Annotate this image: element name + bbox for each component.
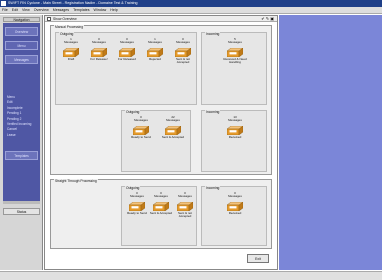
nav-overview-button[interactable]: Overview	[5, 27, 38, 36]
message-queue[interactable]: 0 Messages For Release2	[115, 37, 139, 61]
message-tray-icon	[119, 47, 135, 57]
manual-incoming-title: Incoming	[205, 32, 221, 36]
message-tray-icon	[129, 201, 145, 211]
queue-status: Received	[228, 134, 242, 139]
nav-item[interactable]: Lease	[7, 133, 31, 138]
window-title: SWIFT FIN Cyclone - Main Street - Regist…	[8, 1, 138, 5]
queue-status: Sent & Accepted	[149, 210, 173, 215]
menu-help[interactable]: Help	[110, 8, 117, 12]
queue-status: Sent & not Accepted	[177, 210, 192, 219]
overview-header: Show Overview ✔ ✎ ▣	[45, 16, 277, 22]
message-queue[interactable]: 0 Messages Ready to Send	[129, 115, 153, 139]
queue-status: For Release2	[117, 56, 136, 61]
message-queue[interactable]: 13 Messages Received	[223, 115, 247, 139]
message-tray-icon	[63, 47, 79, 57]
status-bar	[0, 271, 382, 280]
nav-column: Overview Menu Messages Menu Edit Incomplet…	[3, 23, 40, 201]
message-queue[interactable]: 5 Messages Received & Need Handling	[223, 37, 247, 65]
menu-view[interactable]: View	[22, 8, 30, 12]
manual-outgoing-box: Outgoing 1 Messages Draft 0 Messages For Rele…	[55, 32, 197, 105]
message-tray-icon	[153, 201, 169, 211]
menu-templates[interactable]: Templates	[73, 8, 89, 12]
manual-outgoing2-box: Outgoing 0 Messages Ready to Send 22 Message…	[121, 110, 191, 172]
window-tools-icon[interactable]: ✔ ✎ ▣	[261, 16, 274, 21]
nav-menu-button[interactable]: Menu	[5, 41, 38, 50]
manual-processing-group: Manual Processing Outgoing 1 Messages Draf…	[50, 25, 272, 175]
queue-status: Draft	[67, 56, 75, 61]
menu-bar: File Edit View Overview Messages Templates Win…	[0, 7, 382, 14]
message-tray-icon	[227, 201, 243, 211]
message-queue[interactable]: 0 Messages For Release!	[87, 37, 111, 61]
message-tray-icon	[227, 125, 243, 135]
message-queue[interactable]: 1 Messages Draft	[59, 37, 83, 61]
queue-status: Ready to Send	[131, 134, 151, 139]
app-icon	[1, 1, 6, 6]
queue-status: Ready to Send	[127, 210, 147, 215]
manual-outgoing2-title: Outgoing	[125, 110, 141, 114]
message-queue[interactable]: 1 Messages Rejected	[143, 37, 167, 61]
nav-item-list: Menu Edit Incomplete Pending 1 Pending 2 Veri…	[7, 95, 31, 138]
message-queue[interactable]: 0 Messages Sent & not Accepted	[171, 37, 195, 65]
manual-incoming2-box: Incoming 13 Messages Received	[201, 110, 267, 172]
queue-status: For Release!	[90, 56, 108, 61]
message-queue[interactable]: 22 Messages Sent & Accepted	[161, 115, 185, 139]
queue-status: Received	[228, 210, 242, 215]
window-titlebar: SWIFT FIN Cyclone - Main Street - Regist…	[0, 0, 382, 7]
navigation-panel: Navigation Overview Menu Messages Menu Ed…	[0, 15, 43, 270]
message-queue[interactable]: 0 Messages Ready to Send	[125, 191, 149, 215]
message-tray-icon	[147, 47, 163, 57]
message-queue[interactable]: 0 Messages Received	[223, 191, 247, 215]
message-tray-icon	[227, 47, 243, 57]
menu-window[interactable]: Window	[94, 8, 107, 12]
message-tray-icon	[91, 47, 107, 57]
message-queue[interactable]: 0 Messages Sent & not Accepted	[173, 191, 197, 219]
nav-status-button[interactable]: Status	[3, 208, 40, 215]
exit-button[interactable]: Exit	[247, 254, 269, 263]
stp-outgoing-title: Outgoing	[125, 186, 141, 190]
menu-edit[interactable]: Edit	[12, 8, 18, 12]
message-tray-icon	[177, 201, 193, 211]
nav-header: Navigation	[3, 17, 40, 22]
stp-outgoing-box: Outgoing 0 Messages Ready to Send 0 Messages…	[121, 186, 197, 246]
show-overview-label: Show Overview	[53, 17, 77, 21]
stp-group: Straight Through Processing Outgoing 0 Me…	[50, 179, 272, 249]
nav-splitter[interactable]	[3, 201, 40, 204]
queue-status: Sent & not Accepted	[175, 56, 190, 65]
message-tray-icon	[133, 125, 149, 135]
manual-incoming-box: Incoming 5 Messages Received & Need Handli…	[201, 32, 267, 105]
message-queue[interactable]: 0 Messages Sent & Accepted	[149, 191, 173, 215]
stp-incoming-box: Incoming 0 Messages Received	[201, 186, 267, 246]
manual-outgoing-title: Outgoing	[59, 32, 75, 36]
menu-messages[interactable]: Messages	[53, 8, 69, 12]
nav-templates-button[interactable]: Templates	[5, 151, 38, 160]
nav-messages-button[interactable]: Messages	[5, 55, 38, 64]
manual-incoming2-title: Incoming	[205, 110, 221, 114]
queue-status: Sent & Accepted	[161, 134, 185, 139]
menu-file[interactable]: File	[2, 8, 8, 12]
queue-status: Rejected	[149, 56, 161, 61]
message-tray-icon	[165, 125, 181, 135]
show-overview-checkbox[interactable]	[47, 17, 51, 21]
stp-incoming-title: Incoming	[205, 186, 221, 190]
stp-title: Straight Through Processing	[54, 179, 98, 183]
queue-status: Received & Need Handling	[223, 56, 247, 65]
menu-overview[interactable]: Overview	[34, 8, 49, 12]
message-tray-icon	[175, 47, 191, 57]
desktop-background	[279, 15, 382, 270]
overview-window: Show Overview ✔ ✎ ▣ Manual Processing Ou…	[44, 15, 278, 270]
manual-processing-title: Manual Processing	[54, 25, 85, 29]
